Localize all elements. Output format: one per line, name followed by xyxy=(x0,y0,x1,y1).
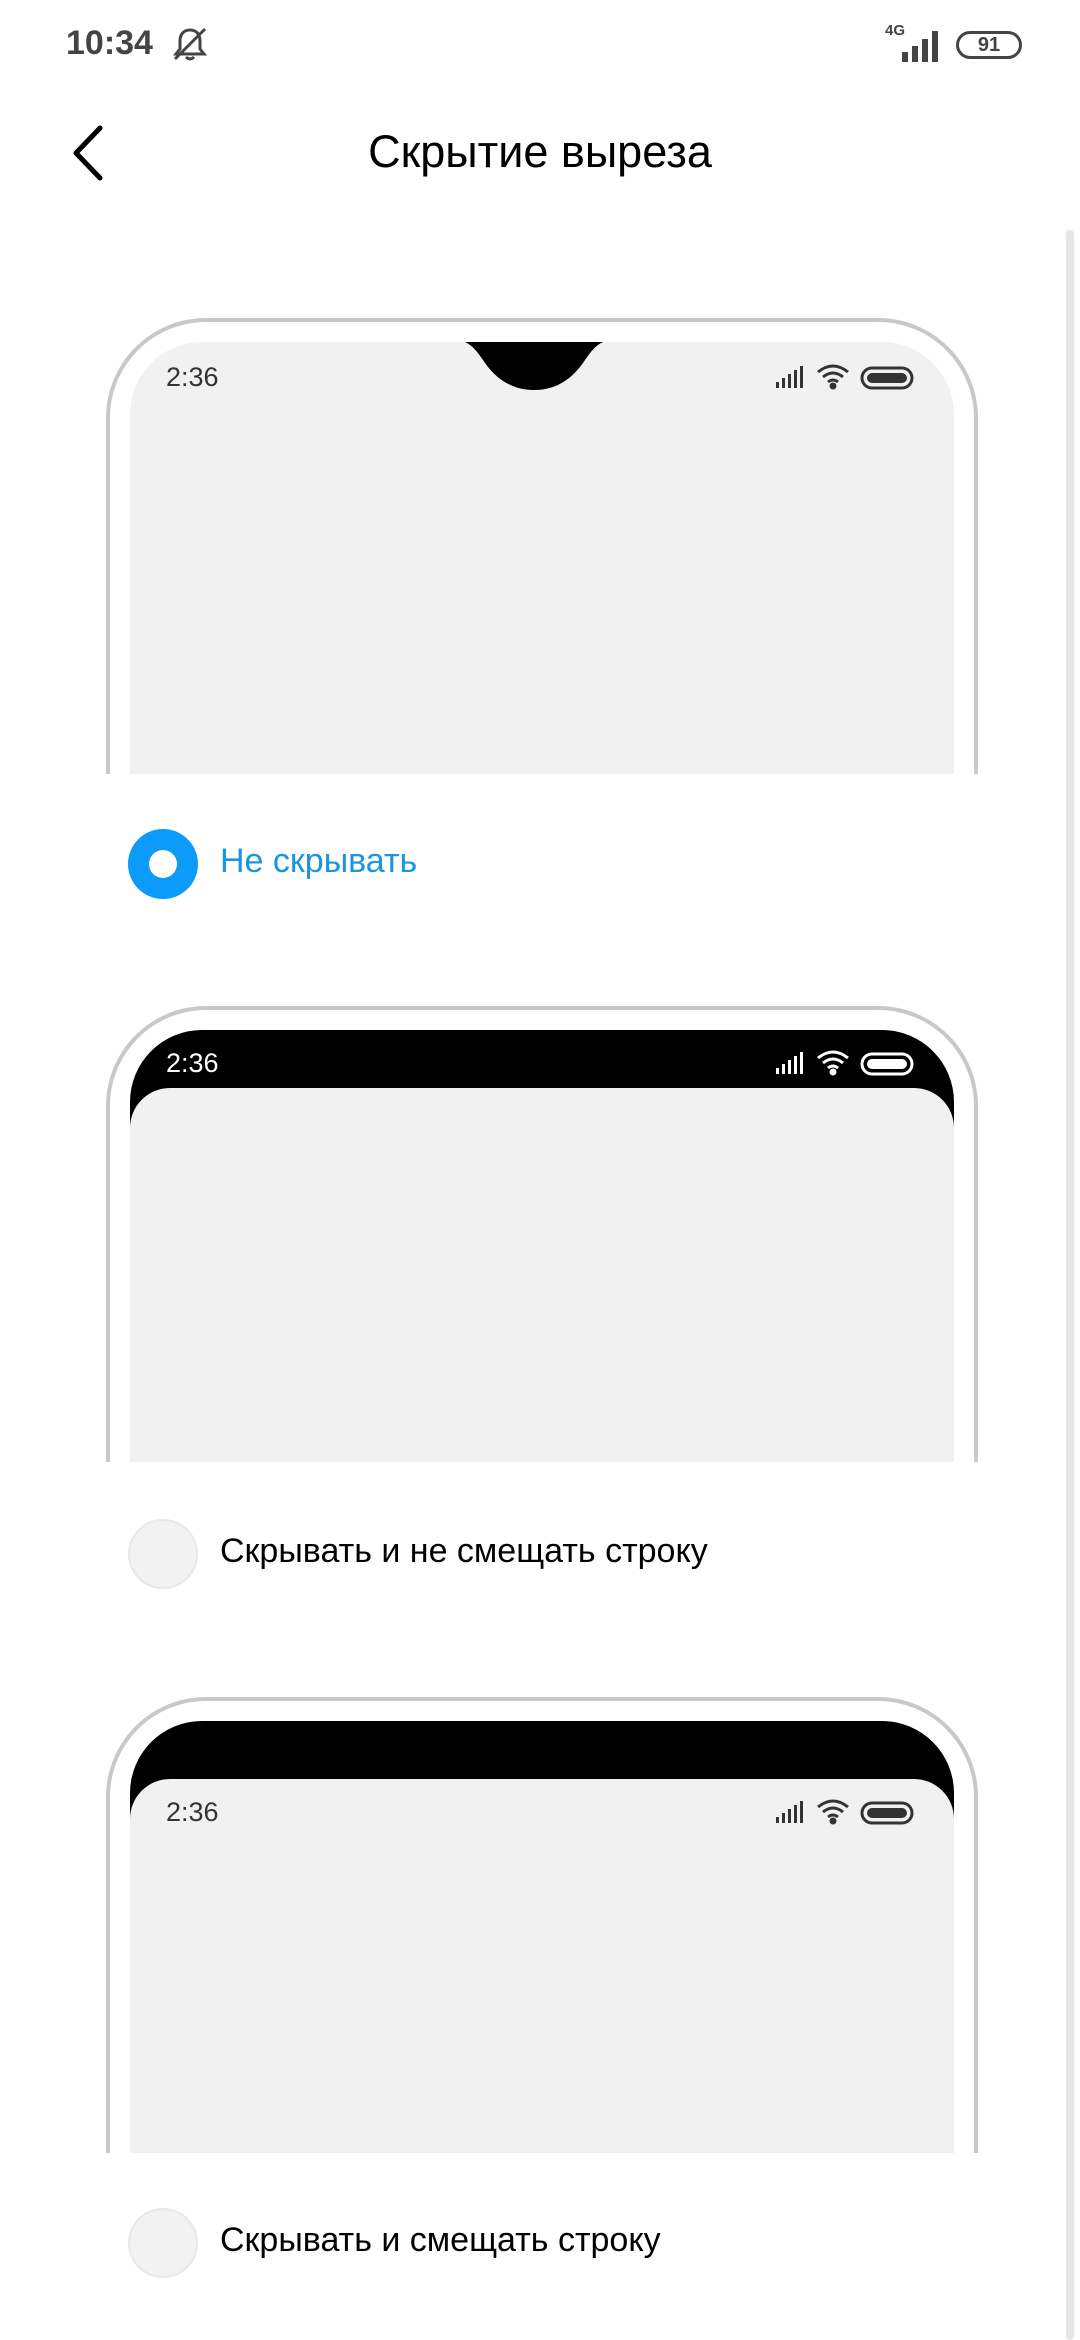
status-time: 10:34 xyxy=(66,24,153,62)
option-hide-no-shift[interactable]: Скрывать и не смещать строку xyxy=(128,1516,948,1592)
notch-shape xyxy=(464,342,604,390)
preview-phone-no-hide[interactable]: 2:36 xyxy=(106,318,978,774)
preview-phone-hide-no-shift[interactable]: 2:36 xyxy=(106,1006,978,1462)
wifi-icon xyxy=(817,1050,849,1076)
option-label: Не скрывать xyxy=(220,842,418,880)
bell-off-icon xyxy=(172,27,208,61)
preview-content xyxy=(130,1779,954,2153)
battery-icon: 91 xyxy=(956,31,1022,59)
preview-status-icons xyxy=(776,364,914,390)
status-bar: 10:34 4G 91 xyxy=(0,0,1080,92)
signal-icon xyxy=(776,366,803,388)
signal-icon xyxy=(776,1052,803,1074)
preview-screen: 2:36 xyxy=(130,1030,954,1462)
page-title: Скрытие выреза xyxy=(368,126,712,177)
wifi-icon xyxy=(817,364,849,390)
battery-level: 91 xyxy=(977,34,1001,56)
option-hide-shift[interactable]: Скрывать и смещать строку xyxy=(128,2205,948,2281)
preview-status-icons xyxy=(776,1050,914,1076)
preview-screen: 2:36 xyxy=(130,1721,954,2153)
preview-time: 2:36 xyxy=(166,362,219,392)
signal-icon xyxy=(776,1801,803,1823)
signal-icon xyxy=(902,31,938,62)
option-no-hide[interactable]: Не скрывать xyxy=(128,826,948,902)
preview-screen: 2:36 xyxy=(130,342,954,774)
screen: 10:34 4G 91 Скрытие выреза 2:36 Не скрыв… xyxy=(0,0,1080,2340)
preview-phone-hide-shift[interactable]: 2:36 xyxy=(106,1697,978,2153)
wifi-icon xyxy=(817,1799,849,1825)
preview-time: 2:36 xyxy=(166,1797,219,1827)
scrollbar[interactable] xyxy=(1066,230,1074,2340)
radio-unselected[interactable] xyxy=(128,1519,198,1589)
preview-status-icons xyxy=(776,1799,914,1825)
preview-content xyxy=(130,1088,954,1462)
preview-time: 2:36 xyxy=(166,1048,219,1078)
option-label: Скрывать и не смещать строку xyxy=(220,1532,708,1570)
option-label: Скрывать и смещать строку xyxy=(220,2221,661,2259)
radio-selected[interactable] xyxy=(128,829,198,899)
radio-unselected[interactable] xyxy=(128,2208,198,2278)
